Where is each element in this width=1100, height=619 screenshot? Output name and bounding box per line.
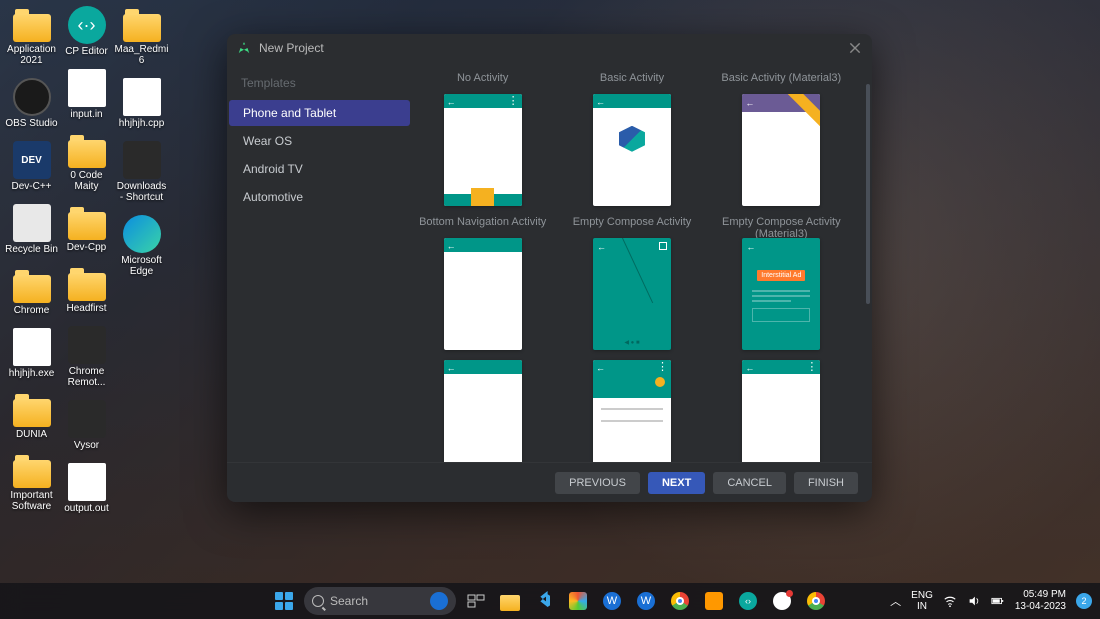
desktop-icon-label: CP Editor xyxy=(59,46,114,57)
sidebar-heading: Templates xyxy=(227,76,412,100)
app-icon-2[interactable]: W xyxy=(598,587,626,615)
desktop-icon[interactable]: DEVDev-C++ xyxy=(4,141,59,192)
desktop-icon[interactable]: ‹·›CP Editor xyxy=(59,6,114,57)
battery-icon[interactable] xyxy=(991,594,1005,608)
cortana-icon xyxy=(430,592,448,610)
desktop-icon-label: Dev-Cpp xyxy=(59,242,114,253)
app-icon-1[interactable] xyxy=(564,587,592,615)
desktop-icon-label: Application 2021 xyxy=(4,44,59,66)
dialog-sidebar: Templates Phone and TabletWear OSAndroid… xyxy=(227,62,412,462)
template-label: Empty Compose Activity xyxy=(561,216,702,230)
desktop-icon-label: Recycle Bin xyxy=(4,244,59,255)
desktop-icon[interactable]: Downloads - Shortcut xyxy=(114,141,169,203)
desktop-icon[interactable]: Vysor xyxy=(59,400,114,451)
close-icon[interactable] xyxy=(848,41,862,55)
start-button[interactable] xyxy=(270,587,298,615)
desktop-icon[interactable]: OBS Studio xyxy=(4,78,59,129)
template-label: Empty Compose Activity (Material3) xyxy=(711,216,852,230)
desktop-icon[interactable]: Application 2021 xyxy=(4,6,59,66)
tray-overflow-icon[interactable]: ︿ xyxy=(890,593,901,609)
desktop-icon[interactable]: Dev-Cpp xyxy=(59,204,114,253)
dialog-titlebar: New Project xyxy=(227,34,872,62)
chrome-icon[interactable] xyxy=(666,587,694,615)
desktop-icon[interactable]: Maa_Redmi6 xyxy=(114,6,169,66)
desktop-icon[interactable]: 0 Code Maity xyxy=(59,132,114,192)
task-view-icon[interactable] xyxy=(462,587,490,615)
desktop-icon-label: hhjhjh.cpp xyxy=(114,118,169,129)
desktop-icon[interactable]: Recycle Bin xyxy=(4,204,59,255)
desktop-icon-label: input.in xyxy=(59,109,114,120)
desktop-icon[interactable]: DUNIA xyxy=(4,391,59,440)
desktop-icon[interactable]: Chrome xyxy=(4,267,59,316)
template-label: Basic Activity xyxy=(561,72,702,86)
sidebar-item[interactable]: Android TV xyxy=(229,156,410,182)
desktop-icon-label: output.out xyxy=(59,503,114,514)
desktop-icon-label: Important Software xyxy=(4,490,59,512)
sidebar-item[interactable]: Automotive xyxy=(229,184,410,210)
template-label: No Activity xyxy=(412,72,553,86)
desktop-icon[interactable]: hhjhjh.cpp xyxy=(114,78,169,129)
desktop-icon-label: DUNIA xyxy=(4,429,59,440)
desktop-icon[interactable]: hhjhjh.exe xyxy=(4,328,59,379)
chrome-icon-2[interactable] xyxy=(802,587,830,615)
sublime-icon[interactable] xyxy=(700,587,728,615)
desktop-icon[interactable]: Microsoft Edge xyxy=(114,215,169,277)
desktop-icon[interactable]: Headfirst xyxy=(59,265,114,314)
desktop-icon-label: Microsoft Edge xyxy=(114,255,169,277)
templates-panel: No Activity←⋮Basic Activity←Basic Activi… xyxy=(412,62,872,462)
template-item[interactable]: Bottom Navigation Activity← xyxy=(412,216,553,350)
desktop-icon-label: Vysor xyxy=(59,440,114,451)
sidebar-item[interactable]: Phone and Tablet xyxy=(229,100,410,126)
language-indicator[interactable]: ENG IN xyxy=(911,590,933,612)
desktop-icon-label: Dev-C++ xyxy=(4,181,59,192)
desktop-icon-label: Headfirst xyxy=(59,303,114,314)
desktop-icon-label: Downloads - Shortcut xyxy=(114,181,169,203)
notification-badge[interactable]: 2 xyxy=(1076,593,1092,609)
desktop-icon-label: OBS Studio xyxy=(4,118,59,129)
finish-button[interactable]: FINISH xyxy=(794,472,858,494)
template-item[interactable]: Empty Compose Activity (Material3)←Inter… xyxy=(711,216,852,350)
system-tray: ︿ ENG IN 05:49 PM 13-04-2023 2 xyxy=(890,589,1092,613)
app-icon-3[interactable]: W xyxy=(632,587,660,615)
desktop-icon[interactable]: Chrome Remot... xyxy=(59,326,114,388)
desktop-icon[interactable]: output.out xyxy=(59,463,114,514)
taskbar: Search W W ‹› ︿ ENG IN 05:49 PM 13-04-20… xyxy=(0,583,1100,619)
taskbar-search[interactable]: Search xyxy=(304,587,456,615)
next-button[interactable]: NEXT xyxy=(648,472,705,494)
desktop-icon-label: Maa_Redmi6 xyxy=(114,44,169,66)
desktop-icon-label: 0 Code Maity xyxy=(59,170,114,192)
desktop-icon-label: Chrome Remot... xyxy=(59,366,114,388)
cancel-button[interactable]: CANCEL xyxy=(713,472,786,494)
desktop-icon-label: Chrome xyxy=(4,305,59,316)
volume-icon[interactable] xyxy=(967,594,981,608)
new-project-dialog: New Project Templates Phone and TabletWe… xyxy=(227,34,872,502)
desktop-icon[interactable]: input.in xyxy=(59,69,114,120)
template-item[interactable]: Basic Activity (Material3)← xyxy=(711,72,852,206)
search-placeholder: Search xyxy=(330,594,368,608)
template-item[interactable]: ←⋮Fullscreen Activity xyxy=(561,360,702,462)
file-explorer-icon[interactable] xyxy=(496,587,524,615)
android-studio-icon xyxy=(237,41,251,55)
desktop-icons: Application 2021 OBS Studio DEVDev-C++ Recy… xyxy=(4,6,169,566)
template-label: Bottom Navigation Activity xyxy=(412,216,553,230)
template-label: Basic Activity (Material3) xyxy=(711,72,852,86)
app-icon-4[interactable] xyxy=(768,587,796,615)
template-item[interactable]: No Activity←⋮ xyxy=(412,72,553,206)
desktop-icon[interactable]: Important Software xyxy=(4,452,59,512)
dialog-title: New Project xyxy=(259,41,324,55)
previous-button[interactable]: PREVIOUS xyxy=(555,472,640,494)
desktop-icon-label: hhjhjh.exe xyxy=(4,368,59,379)
vscode-icon[interactable] xyxy=(530,587,558,615)
template-item[interactable]: ←Empty Activity xyxy=(412,360,553,462)
wifi-icon[interactable] xyxy=(943,594,957,608)
template-item[interactable]: ←⋮• • • • •Google AdMob Ads Activity xyxy=(711,360,852,462)
clock[interactable]: 05:49 PM 13-04-2023 xyxy=(1015,589,1066,613)
template-item[interactable]: Basic Activity← xyxy=(561,72,702,206)
dialog-footer: PREVIOUS NEXT CANCEL FINISH xyxy=(227,462,872,502)
template-item[interactable]: Empty Compose Activity←◀ ● ■ xyxy=(561,216,702,350)
search-icon xyxy=(312,595,324,607)
cp-editor-icon[interactable]: ‹› xyxy=(734,587,762,615)
sidebar-item[interactable]: Wear OS xyxy=(229,128,410,154)
scrollbar[interactable] xyxy=(866,84,870,304)
